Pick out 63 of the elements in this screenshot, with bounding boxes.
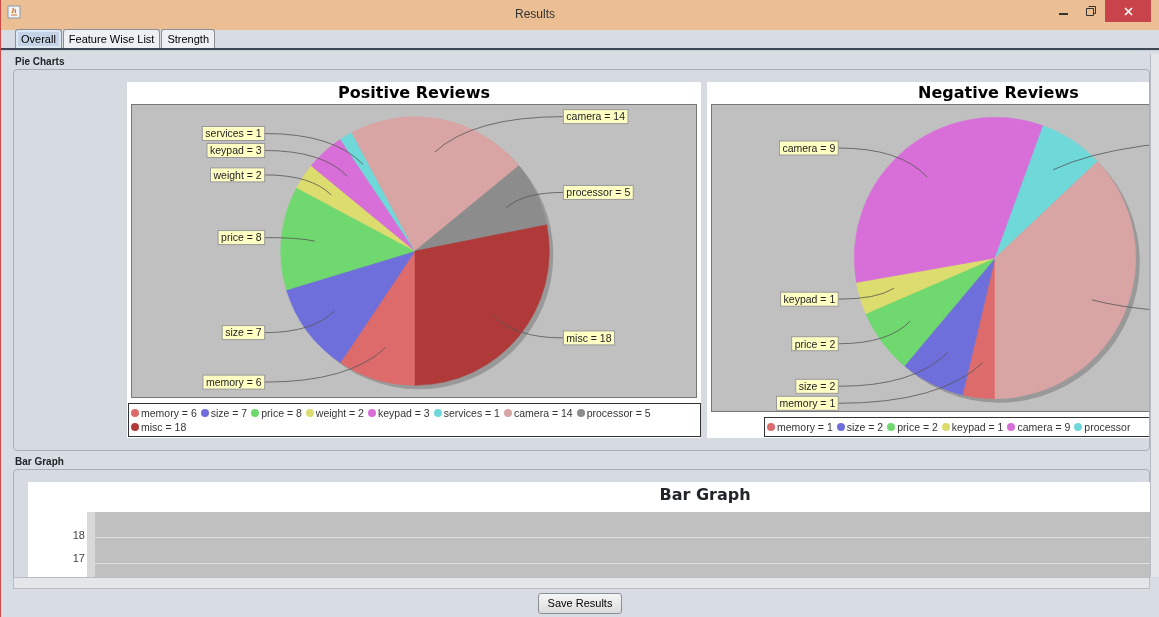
horizontal-scrollbar[interactable]	[13, 577, 1150, 589]
slice-label: services = 1	[201, 126, 266, 141]
chart-title: Bar Graph	[658, 484, 752, 506]
app-icon	[7, 5, 21, 19]
slice-label: keypad = 3	[210, 144, 262, 157]
vertical-scrollbar[interactable]	[1150, 54, 1159, 577]
legend-label: misc = 18	[141, 420, 187, 434]
tab[interactable]: Strength	[161, 29, 216, 48]
leader-line	[837, 287, 895, 300]
close-icon	[1123, 6, 1133, 16]
slice-label: price = 8	[217, 230, 266, 246]
slice-label: misc = 18	[562, 330, 616, 346]
close-button[interactable]	[1105, 0, 1151, 22]
slice-label: camera = 9	[782, 141, 836, 154]
legend-label: price = 2	[897, 420, 938, 434]
axis-tick-label: 17	[72, 552, 86, 564]
slice-label: camera = 14	[566, 110, 626, 123]
slice-label: weight = 2	[210, 167, 266, 183]
leader-line	[264, 174, 332, 196]
slice-label: misc = 18	[566, 331, 612, 344]
slice-label: camera = 14	[562, 109, 629, 125]
legend-label: price = 8	[261, 406, 302, 420]
leader-line	[492, 314, 564, 339]
section-title: Pie Charts	[14, 55, 66, 69]
legend-label: keypad = 3	[377, 406, 430, 420]
leader-line	[264, 237, 316, 242]
slice-label: memory = 6	[205, 375, 262, 388]
legend-label: size = 7	[210, 406, 248, 420]
leader-line	[505, 192, 564, 209]
slice-label: price = 2	[791, 336, 839, 352]
save-button[interactable]: Save Results	[537, 592, 623, 614]
slice-label: services = 1	[205, 127, 262, 140]
legend-label: services = 1	[443, 406, 500, 420]
axis-tick-label: 18	[72, 529, 86, 541]
leader-line	[264, 310, 335, 333]
restore-icon[interactable]	[1086, 6, 1096, 16]
legend-label: weight = 2	[315, 406, 364, 420]
slice-label: processor = 5	[566, 186, 631, 199]
legend-label: keypad = 1	[951, 420, 1004, 434]
slice-label: camera = 9	[778, 140, 839, 156]
legend-label: processor	[1084, 420, 1131, 434]
tab[interactable]: Feature Wise List	[62, 29, 161, 48]
tab[interactable]: Overall	[15, 29, 62, 48]
section-title: Bar Graph	[14, 455, 65, 469]
legend-label: camera = 14	[513, 406, 573, 420]
slice-label: size = 7	[221, 325, 266, 341]
slice-label: size = 2	[795, 378, 839, 394]
chart-title: Positive Reviews	[337, 82, 491, 104]
slice-label: memory = 6	[202, 374, 266, 390]
window-title: Results	[514, 6, 556, 21]
slice-label: size = 7	[225, 326, 262, 339]
slice-label: weight = 2	[212, 168, 262, 181]
slice-label: keypad = 3	[206, 143, 266, 158]
slice-label: processor = 5	[562, 184, 634, 200]
legend-label: size = 2	[846, 420, 884, 434]
slice-label: memory = 1	[776, 395, 839, 411]
legend-label: processor = 5	[586, 406, 651, 420]
chart-title: Negative Reviews	[917, 82, 1080, 104]
legend-label: camera = 9	[1017, 420, 1071, 434]
legend-label: memory = 6	[141, 406, 197, 420]
slice-label: keypad = 1	[780, 291, 839, 307]
legend-label: memory = 1	[777, 420, 833, 434]
slice-label: price = 8	[221, 231, 262, 244]
